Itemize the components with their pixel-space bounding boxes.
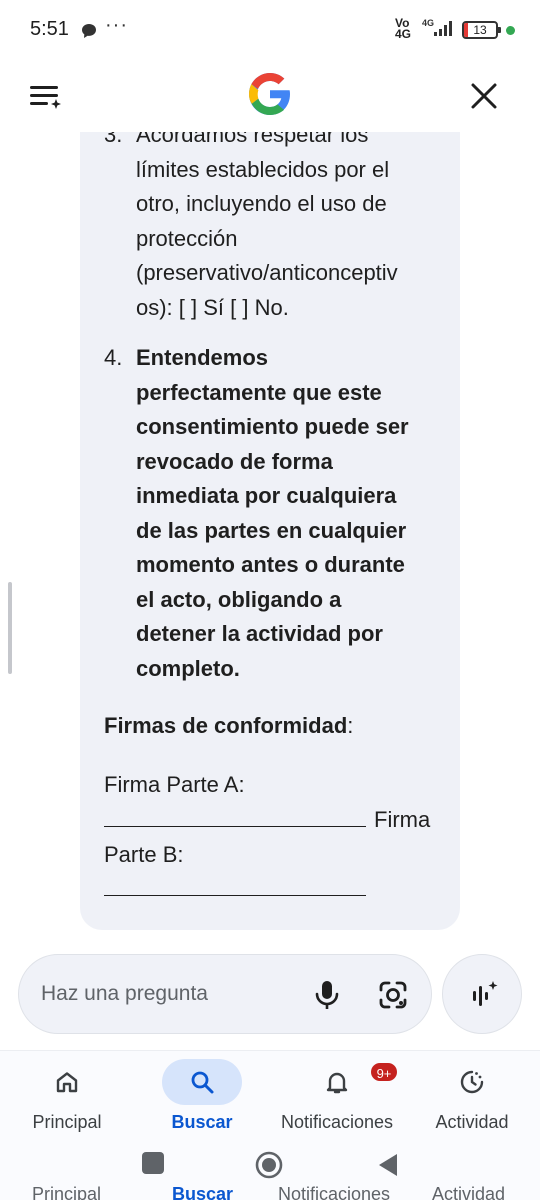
close-icon <box>471 83 497 109</box>
clause-line: de las partes en cualquier <box>136 517 407 543</box>
top-bar <box>0 62 540 132</box>
google-logo <box>246 70 294 118</box>
nav-label: Actividad <box>435 1112 509 1132</box>
clause-line: detener la actividad por <box>136 621 383 646</box>
scroll-indicator[interactable] <box>8 582 12 674</box>
clause-number: 4. <box>104 345 123 370</box>
nav-label: Principal <box>32 1112 102 1132</box>
nav-item-principal[interactable]: Principal <box>2 1059 132 1143</box>
system-navigation-bar: Principal Buscar Notificaciones Activida… <box>0 1142 540 1200</box>
nav-item-actividad[interactable]: Actividad <box>407 1059 537 1143</box>
close-button[interactable] <box>464 76 504 116</box>
google-lens-button[interactable] <box>373 975 413 1015</box>
home-icon <box>56 1072 78 1093</box>
nav-label: Notificaciones <box>280 1112 394 1132</box>
microphone-icon <box>315 981 339 1009</box>
nav-item-buscar[interactable]: Buscar <box>137 1059 267 1143</box>
nav-item-notificaciones[interactable]: 9+ Notificaciones <box>272 1059 402 1143</box>
ghost-nav-labels: Principal Buscar Notificaciones Activida… <box>32 1184 506 1200</box>
search-icon <box>191 1071 214 1094</box>
lens-camera-icon <box>379 981 407 1009</box>
home-button[interactable] <box>254 1150 284 1185</box>
signature-b-label: Parte B: <box>104 842 184 867</box>
back-button[interactable] <box>376 1152 400 1183</box>
clause-line: otro, incluyendo el uso de <box>136 191 387 216</box>
signature-b-line <box>104 872 444 907</box>
voice-search-button[interactable] <box>307 975 347 1015</box>
battery-icon: 13 <box>462 21 501 39</box>
ai-voice-sparkle-icon <box>473 981 498 1006</box>
clause-line: completo. <box>136 655 240 681</box>
signature-blank-b <box>104 872 366 896</box>
signatures-heading: Firmas de conformidad: <box>104 713 354 738</box>
clause-line: consentimiento puede ser <box>136 414 409 439</box>
history-menu-button[interactable] <box>26 76 66 116</box>
ask-input-placeholder[interactable]: Haz una pregunta <box>41 982 208 1006</box>
answer-card: 3. Acordamos respetar los límites establ… <box>80 100 460 930</box>
message-notification-icon <box>80 22 98 45</box>
signal-icon: 4G <box>420 18 456 43</box>
clause-line: límites establecidos por el <box>136 156 390 182</box>
signature-blank-a <box>104 803 366 827</box>
signature-a-label: Firma Parte A: <box>104 772 245 797</box>
home-circle-icon <box>255 1151 283 1179</box>
back-triangle-icon <box>379 1154 397 1176</box>
clause-line: Entendemos <box>136 345 269 370</box>
status-time: 5:51 <box>30 18 69 40</box>
activity-icon <box>460 1070 484 1094</box>
menu-sparkle-icon <box>30 86 61 109</box>
clause-line: os): [ ] Sí [ ] No. <box>136 294 289 320</box>
ai-mode-button[interactable] <box>442 954 522 1034</box>
notification-badge: 9+ <box>369 1061 399 1083</box>
clause-line: momento antes o durante <box>136 552 405 577</box>
volte-indicator: Vo 4G <box>395 16 412 41</box>
recents-button[interactable] <box>142 1152 164 1174</box>
clause-line: (preservativo/anticonceptiv <box>136 260 398 285</box>
bell-icon <box>326 1072 348 1094</box>
clause-line: inmediata por cualquiera <box>136 483 397 508</box>
svg-text:4G: 4G <box>422 18 434 28</box>
ask-input-bar[interactable]: Haz una pregunta <box>18 954 432 1034</box>
clause-line: protección <box>136 225 238 251</box>
clause-line: revocado de forma <box>136 448 333 474</box>
signature-a-line: Firma <box>104 803 444 838</box>
privacy-indicator-dot <box>506 26 515 35</box>
clause-line: perfectamente que este <box>136 379 382 405</box>
bottom-navigation: Principal Buscar 9+ Notificaciones Activ… <box>0 1050 540 1142</box>
nav-label: Buscar <box>171 1112 233 1132</box>
status-bar: 5:51 ··· Vo 4G 4G 13 <box>0 0 540 62</box>
more-notifications-icon: ··· <box>105 14 128 36</box>
clause-line: el acto, obligando a <box>136 586 342 612</box>
